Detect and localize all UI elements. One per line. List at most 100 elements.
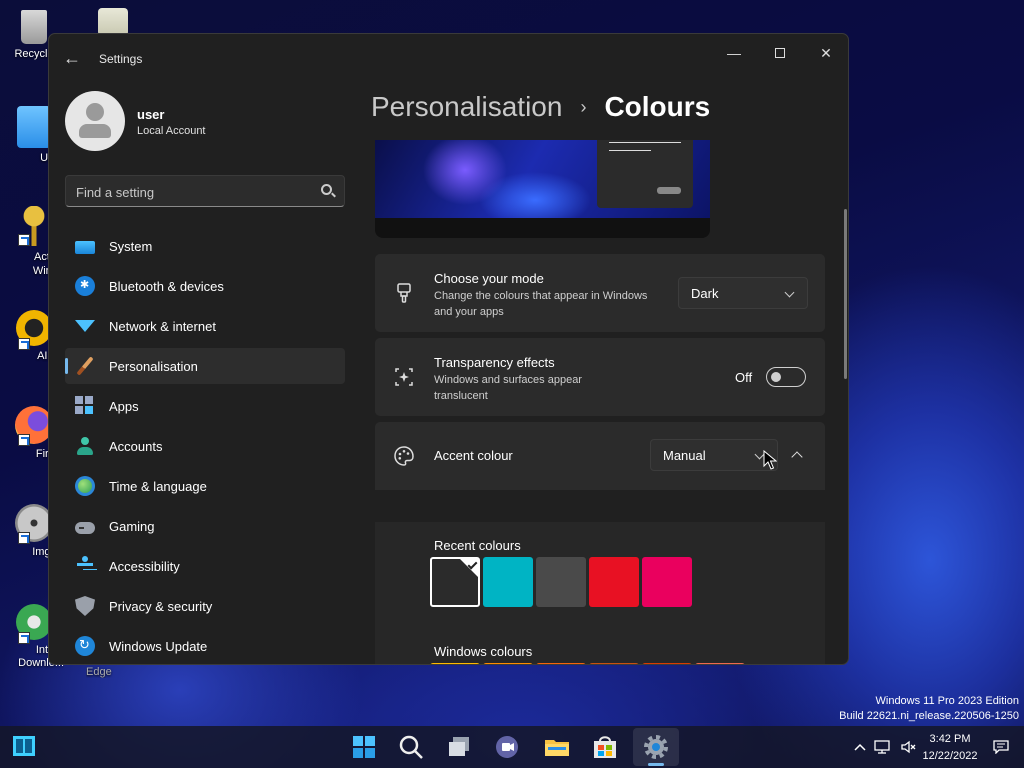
- colour-swatch[interactable]: [642, 663, 692, 664]
- transparency-description: Windows and surfaces appear translucent: [434, 374, 582, 402]
- colour-swatch[interactable]: [589, 557, 639, 607]
- settings-taskbar-button[interactable]: [641, 732, 671, 762]
- volume-muted-icon[interactable]: [900, 740, 916, 754]
- content-scrollbar[interactable]: [844, 209, 847, 379]
- colour-swatch[interactable]: [430, 663, 480, 664]
- sidebar-item-accounts[interactable]: Accounts: [65, 428, 345, 464]
- tray-time[interactable]: 3:42 PM: [926, 733, 974, 745]
- checkmark-icon: [467, 559, 478, 570]
- sidebar-nav: System Bluetooth & devices Network & int…: [65, 228, 345, 664]
- sidebar-item-label: System: [109, 238, 153, 254]
- colour-swatch[interactable]: [695, 663, 745, 664]
- start-button[interactable]: [349, 732, 379, 762]
- sidebar-item-network[interactable]: Network & internet: [65, 308, 345, 344]
- colour-swatch[interactable]: [589, 663, 639, 664]
- network-glyph: [874, 740, 890, 754]
- colour-swatch[interactable]: [483, 663, 533, 664]
- network-icon[interactable]: [874, 740, 890, 754]
- taskbar: 3:42 PM 12/22/2022: [0, 726, 1024, 768]
- sidebar-item-label: Network & internet: [109, 318, 216, 334]
- bluetooth-icon: [75, 276, 95, 296]
- minimize-button[interactable]: —: [719, 42, 749, 64]
- folder-icon: [545, 740, 569, 756]
- colour-swatch[interactable]: [536, 557, 586, 607]
- file-explorer-button[interactable]: [542, 732, 572, 762]
- mode-description: Change the colours that appear in Window…: [434, 290, 648, 318]
- transparency-title: Transparency effects: [434, 355, 555, 370]
- chevron-up-icon[interactable]: [852, 740, 868, 754]
- avatar-body-icon: [79, 124, 111, 138]
- desktop-icon-edge[interactable]: Edge: [86, 666, 146, 678]
- system-icon: [75, 241, 95, 254]
- accounts-icon: [75, 436, 95, 456]
- maximize-button[interactable]: [765, 42, 795, 64]
- search-taskbar-button[interactable]: [396, 732, 426, 762]
- chevron-down-icon: [784, 287, 795, 298]
- accent-title: Accent colour: [434, 448, 513, 463]
- notification-icon[interactable]: [993, 740, 1009, 755]
- maximize-icon: [775, 48, 785, 58]
- sidebar-item-windows-update[interactable]: Windows Update: [65, 628, 345, 664]
- shortcut-arrow-icon: [18, 338, 30, 350]
- title-bar[interactable]: ← Settings — ✕: [49, 34, 848, 82]
- accent-colour-card: Accent colour Manual: [375, 422, 825, 490]
- volume-glyph: [901, 740, 916, 754]
- colour-swatch[interactable]: [536, 663, 586, 664]
- sparkle-icon: [395, 368, 413, 386]
- accessibility-icon: [75, 556, 95, 576]
- breadcrumb: Personalisation › Colours: [371, 91, 710, 123]
- sidebar-item-privacy-security[interactable]: Privacy & security: [65, 588, 345, 624]
- back-arrow-icon[interactable]: ←: [61, 48, 83, 70]
- sidebar-item-label: Privacy & security: [109, 598, 213, 614]
- wifi-icon: [75, 320, 95, 332]
- colour-swatch[interactable]: [430, 557, 480, 607]
- search-input[interactable]: [76, 182, 316, 202]
- sidebar-item-accessibility[interactable]: Accessibility: [65, 548, 345, 584]
- sidebar-item-label: Windows Update: [109, 638, 208, 654]
- gear-icon: [644, 735, 668, 759]
- recent-colours-label: Recent colours: [434, 538, 521, 553]
- preview-line: [609, 142, 681, 143]
- settings-content: Choose your mode Change the colours that…: [371, 140, 831, 664]
- sidebar-item-gaming[interactable]: Gaming: [65, 508, 345, 544]
- sidebar-item-personalisation[interactable]: Personalisation: [65, 348, 345, 384]
- sidebar-item-apps[interactable]: Apps: [65, 388, 345, 424]
- notepad-icon: [98, 8, 128, 36]
- accent-dropdown-value: Manual: [663, 448, 706, 463]
- mode-dropdown[interactable]: Dark: [678, 277, 808, 309]
- store-button[interactable]: [590, 732, 620, 762]
- mouse-cursor-icon: [763, 450, 777, 470]
- toggle-knob: [771, 372, 781, 382]
- os-watermark: Windows 11 Pro 2023 Edition Build 22621.…: [839, 694, 1019, 724]
- sidebar-item-label: Bluetooth & devices: [109, 278, 224, 294]
- preview-window: [597, 140, 693, 208]
- mode-dropdown-value: Dark: [691, 286, 719, 301]
- sidebar-item-time-language[interactable]: Time & language: [65, 468, 345, 504]
- chevron-up-glyph: [854, 743, 866, 751]
- desktop-icon-label: Edge: [86, 666, 112, 678]
- breadcrumb-parent[interactable]: Personalisation: [371, 91, 562, 123]
- shortcut-arrow-icon: [18, 532, 30, 544]
- transparency-toggle[interactable]: [766, 367, 806, 387]
- store-icon: [594, 736, 616, 758]
- window-title: Settings: [99, 52, 143, 66]
- accent-dropdown[interactable]: Manual: [650, 439, 778, 471]
- sidebar-item-system[interactable]: System: [65, 228, 345, 264]
- colour-swatch[interactable]: [483, 557, 533, 607]
- recycle-bin-icon: [21, 10, 47, 44]
- widgets-icon[interactable]: [10, 732, 38, 762]
- close-button[interactable]: ✕: [811, 42, 841, 64]
- search-icon[interactable]: [321, 184, 332, 195]
- avatar[interactable]: [65, 91, 125, 151]
- preview-button: [657, 187, 681, 194]
- transparency-card: Transparency effects Windows and surface…: [375, 338, 825, 416]
- windows-colours-label: Windows colours: [434, 644, 533, 659]
- tray-date[interactable]: 12/22/2022: [920, 750, 980, 762]
- shield-icon: [75, 596, 95, 616]
- search-box: [65, 175, 345, 207]
- task-view-button[interactable]: [444, 732, 474, 762]
- teams-chat-button[interactable]: [492, 732, 522, 762]
- collapse-button[interactable]: [785, 443, 809, 467]
- colour-swatch[interactable]: [642, 557, 692, 607]
- sidebar-item-bluetooth[interactable]: Bluetooth & devices: [65, 268, 345, 304]
